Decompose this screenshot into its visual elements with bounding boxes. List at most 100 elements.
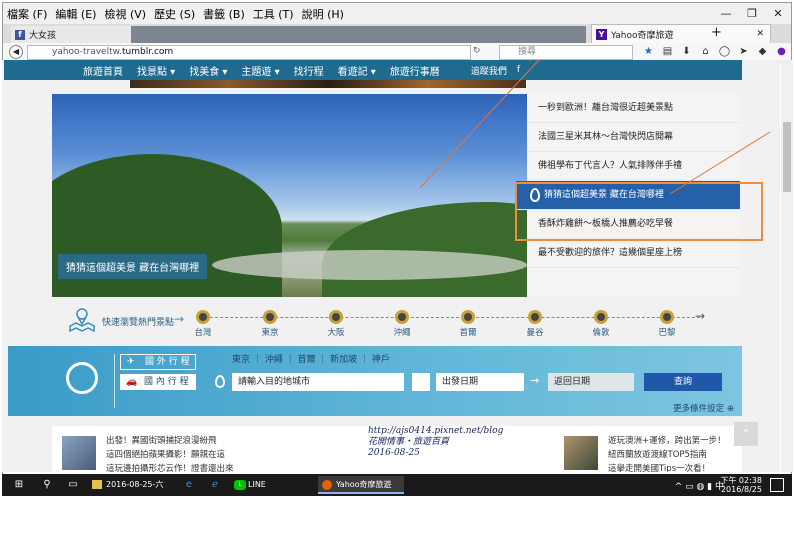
timeline-stop[interactable]: 東京 (250, 326, 290, 338)
timeline-dot[interactable] (329, 310, 343, 324)
system-tray-icons[interactable]: ^ ▭ ◍ ▮ 中 (675, 479, 724, 492)
reload-icon[interactable]: ↻ (473, 46, 481, 56)
taskbar-firefox[interactable]: Yahoo奇摩旅遊 -... (318, 476, 404, 507)
menu-bookmarks[interactable]: 書籤 (B) (199, 6, 249, 22)
menu-tools[interactable]: 工具 (T) (249, 6, 298, 22)
timeline-stop[interactable]: 首爾 (448, 326, 488, 338)
list-item[interactable]: 佛祖學布丁代言人？人氣排隊伴手禮 (528, 152, 740, 181)
taskbar-clock[interactable]: 下午 02:38 2016/8/25 (720, 476, 762, 494)
bookmark-star-icon[interactable]: ★ (639, 46, 658, 57)
maximize-button[interactable]: ❐ (739, 3, 765, 24)
list-item[interactable]: 法國三星米其林～台灣快閃店開幕 (528, 123, 740, 152)
timeline-dot[interactable] (395, 310, 409, 324)
menu-history[interactable]: 歷史 (S) (150, 6, 199, 22)
car-icon: 🚗 (126, 377, 138, 387)
timeline-dot[interactable] (196, 310, 210, 324)
more-settings-link[interactable]: 更多條件設定 ⊕ (673, 402, 734, 414)
timeline-label: 快速瀏覽熱門景點 (102, 318, 175, 328)
minimize-button[interactable]: — (713, 3, 739, 24)
reading-list-icon[interactable]: ▤ (658, 46, 677, 57)
edge-icon[interactable]: e (182, 478, 196, 492)
article-teaser-right[interactable]: 遊玩澳洲+運修，跨出第一步！ 紐西蘭放遊渡線TOP5指南 這擧走開美國Tips一… (608, 434, 726, 472)
calendar-icon[interactable] (412, 373, 430, 391)
timeline-stop[interactable]: 沖繩 (382, 326, 422, 338)
nav-home[interactable]: 旅遊首頁 (76, 63, 130, 78)
search-panel: ✈ 國 外 行 程 🚗 國 內 行 程 東京 ｜ 沖繩 ｜ 首爾 ｜ 新加坡 ｜… (8, 346, 742, 416)
tab-international-trips[interactable]: ✈ 國 外 行 程 (120, 354, 196, 370)
windows-start-icon[interactable]: ⊞ (12, 478, 26, 492)
pocket-icon[interactable]: ◆ (753, 46, 772, 57)
hero-caption[interactable]: 猜猜這個超美景 藏在台灣哪裡 (58, 254, 208, 279)
close-tab-icon[interactable]: ✕ (756, 29, 764, 39)
watermark-line: 2016-08-25 (368, 448, 420, 458)
search-input[interactable]: 搜尋 (499, 45, 633, 60)
task-view-icon[interactable]: ▭ (66, 478, 80, 492)
article-row: 出發！異國街頭捕捉浪漫紛飛 這四個絕拍蘋果攝影！願親在這 這玩邊拍攝形芯云作！證… (52, 426, 742, 472)
article-thumbnail[interactable] (564, 436, 598, 470)
destination-input[interactable]: 請輸入目的地城市 (232, 373, 404, 391)
tab-domestic-trips[interactable]: 🚗 國 內 行 程 (120, 374, 196, 390)
notification-icon[interactable] (770, 478, 784, 492)
hamburger-menu-icon[interactable]: ≡ (791, 46, 792, 57)
download-icon[interactable]: ⬇ (677, 46, 696, 57)
list-item[interactable]: 一秒到歐洲！離台灣很近超美景點 (528, 94, 740, 123)
quick-cities[interactable]: 東京 ｜ 沖繩 ｜ 首爾 ｜ 新加坡 ｜ 神戶 (232, 352, 390, 365)
nav-calendar[interactable]: 旅遊行事曆 (383, 63, 447, 78)
taskbar-line[interactable]: L LINE (230, 476, 302, 494)
ie-icon[interactable]: ℯ (208, 478, 222, 492)
menu-help[interactable]: 說明 (H) (298, 6, 348, 22)
menu-view[interactable]: 檢視 (V) (100, 6, 150, 22)
nav-themes[interactable]: 主題遊 ▾ (234, 63, 286, 78)
menu-file[interactable]: 檔案 (F) (3, 6, 51, 22)
page-scrollbar[interactable] (781, 60, 793, 472)
nav-food[interactable]: 找美食 ▾ (182, 63, 234, 78)
timeline-next-icon[interactable]: → (695, 309, 705, 323)
facebook-link-icon[interactable]: f (517, 65, 520, 75)
back-to-top-button[interactable]: ⌃ (734, 422, 758, 446)
close-button[interactable]: ✕ (765, 3, 791, 24)
nav-travelogues[interactable]: 看遊記 ▾ (331, 63, 383, 78)
timeline-dot[interactable] (461, 310, 475, 324)
tab-facebook[interactable]: f 大女孩 (11, 26, 131, 43)
back-button[interactable]: ◀ (9, 45, 23, 59)
timeline-stop[interactable]: 倫敦 (581, 326, 621, 338)
riverbed-shape (212, 250, 527, 280)
timeline-dot[interactable] (528, 310, 542, 324)
timeline-dot[interactable] (263, 310, 277, 324)
search-button[interactable]: 查詢 (644, 373, 722, 391)
extension-icon[interactable]: ● (772, 46, 791, 57)
list-item[interactable]: 最不受歡迎的旅伴？這幾個星座上榜 (528, 239, 740, 268)
home-icon[interactable]: ⌂ (696, 46, 715, 57)
article-teaser-left[interactable]: 出發！異國街頭捕捉浪漫紛飛 這四個絕拍蘋果攝影！願親在這 這玩邊拍攝形芯云作！證… (106, 434, 234, 472)
taskbar-label: 2016-08-25-六十... (106, 480, 164, 507)
nav-spots[interactable]: 找景點 ▾ (130, 63, 182, 78)
menu-edit[interactable]: 編輯 (E) (51, 6, 100, 22)
url-domain: tumblr.com (122, 47, 174, 57)
timeline-stop[interactable]: 曼谷 (515, 326, 555, 338)
return-date-input[interactable]: 返回日期 (548, 373, 634, 391)
nav-itinerary[interactable]: 找行程 (287, 63, 331, 78)
article-thumbnail[interactable] (62, 436, 96, 470)
send-icon[interactable]: ➤ (734, 46, 753, 57)
firefox-icon (322, 480, 332, 490)
line-icon: L (234, 480, 246, 490)
tab-label: 國 內 行 程 (144, 377, 189, 387)
teaser-line: 這擧走開美國Tips一次看！ (608, 464, 711, 472)
timeline-stop[interactable]: 大阪 (316, 326, 356, 338)
timeline-dot[interactable] (660, 310, 674, 324)
hero-image[interactable]: 猜猜這個超美景 藏在台灣哪裡 (52, 94, 527, 297)
address-bar[interactable]: yahoo-traveltw.tumblr.com (27, 45, 471, 60)
scrollbar-thumb[interactable] (783, 122, 791, 192)
tab-label: Yahoo奇摩旅遊 (611, 30, 674, 41)
tab-yahoo-travel[interactable]: Y Yahoo奇摩旅遊 ✕ (591, 24, 771, 43)
new-tab-button[interactable]: + (711, 25, 722, 40)
timeline-dot[interactable] (594, 310, 608, 324)
search-icon[interactable]: ⚲ (40, 478, 54, 492)
timeline-stop[interactable]: 台灣 (183, 326, 223, 338)
taskbar-folder[interactable]: 2016-08-25-六十... (88, 476, 172, 507)
timeline-stop[interactable]: 巴黎 (647, 326, 687, 338)
depart-date-input[interactable]: 出發日期 (436, 373, 524, 391)
tab-label: 國 外 行 程 (145, 357, 190, 367)
facebook-icon: f (15, 29, 25, 40)
chat-icon[interactable]: ◯ (715, 46, 734, 57)
